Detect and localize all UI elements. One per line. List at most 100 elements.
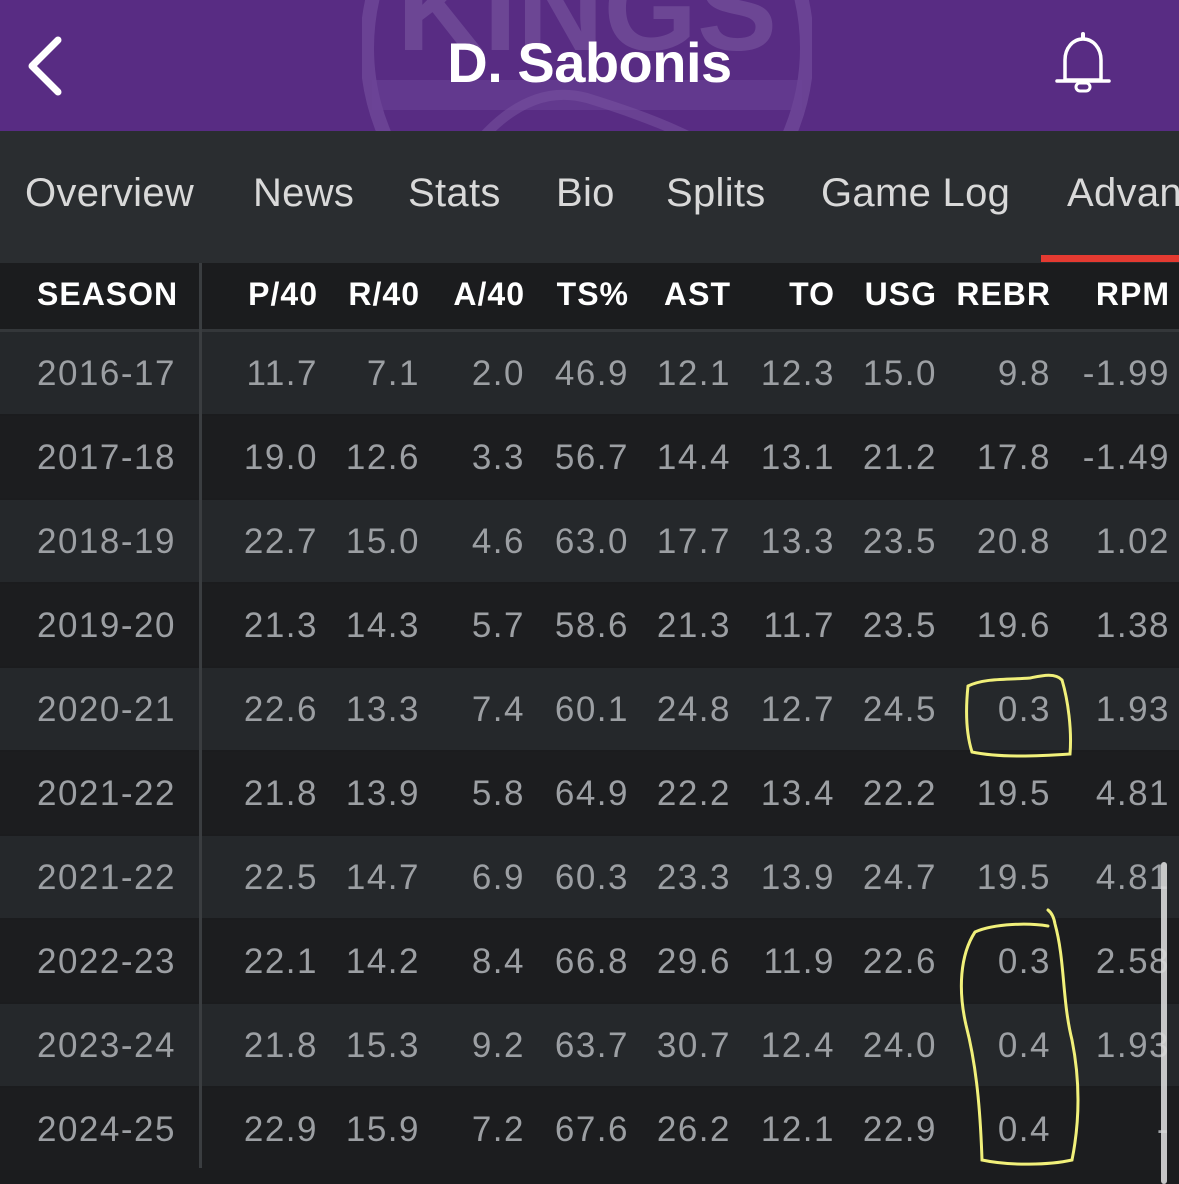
table-row[interactable]: 2016-17 11.7 7.1 2.0 46.9 12.1 12.3 15.0 9.8 -1.9…	[0, 332, 1179, 414]
cell-ts: 60.1	[554, 690, 629, 729]
app-header: KINGS D. Sabonis	[0, 0, 1179, 131]
tab-advanced[interactable]: Advan	[1067, 171, 1179, 216]
cell-rpm: 4.81	[1095, 774, 1170, 813]
cell-ts: 67.6	[554, 1110, 629, 1149]
cell-to: 12.4	[760, 1026, 835, 1065]
vertical-scrollbar[interactable]	[1161, 862, 1167, 1184]
cell-a40: 6.9	[471, 858, 525, 897]
cell-season: 2024-25	[37, 1110, 176, 1149]
table-row[interactable]: 2021-22 22.5 14.7 6.9 60.3 23.3 13.9 24.7 19.5 4.…	[0, 836, 1179, 918]
tab-bio[interactable]: Bio	[556, 171, 615, 216]
tab-game-log[interactable]: Game Log	[821, 171, 1010, 216]
tab-splits[interactable]: Splits	[666, 171, 766, 216]
cell-p40: 22.1	[243, 942, 318, 981]
cell-ast: 22.2	[656, 774, 731, 813]
cell-to: 12.3	[760, 354, 835, 393]
table-row[interactable]: 2023-24 21.8 15.3 9.2 63.7 30.7 12.4 24.0 0.4 1.9…	[0, 1004, 1179, 1086]
header-ts[interactable]: TS%	[525, 263, 629, 329]
header-p40[interactable]: P/40	[200, 263, 318, 329]
table-row[interactable]: 2019-20 21.3 14.3 5.7 58.6 21.3 11.7 23.5 19.6 1.…	[0, 584, 1179, 666]
cell-rebr: 0.4	[997, 1026, 1051, 1065]
cell-usg: 22.6	[862, 942, 937, 981]
table-row[interactable]: 2017-18 19.0 12.6 3.3 56.7 14.4 13.1 21.2 17.8 -1…	[0, 416, 1179, 498]
tab-stats[interactable]: Stats	[408, 171, 501, 216]
cell-rpm: 1.02	[1095, 522, 1170, 561]
header-r40[interactable]: R/40	[318, 263, 420, 329]
cell-ts: 58.6	[554, 606, 629, 645]
cell-usg: 15.0	[862, 354, 937, 393]
cell-ast: 24.8	[656, 690, 731, 729]
cell-rebr: 19.5	[976, 774, 1051, 813]
cell-a40: 9.2	[471, 1026, 525, 1065]
cell-ast: 23.3	[656, 858, 731, 897]
cell-usg: 24.7	[862, 858, 937, 897]
tab-news[interactable]: News	[253, 171, 354, 216]
cell-season: 2019-20	[37, 606, 176, 645]
header-season[interactable]: SEASON	[37, 263, 187, 329]
table-row[interactable]: 2018-19 22.7 15.0 4.6 63.0 17.7 13.3 23.5 20.8 1.…	[0, 500, 1179, 582]
cell-a40: 5.8	[471, 774, 525, 813]
cell-season: 2018-19	[37, 522, 176, 561]
cell-rpm: 1.38	[1095, 606, 1170, 645]
cell-p40: 21.8	[243, 774, 318, 813]
cell-ts: 66.8	[554, 942, 629, 981]
cell-r40: 13.3	[345, 690, 420, 729]
header-a40[interactable]: A/40	[420, 263, 525, 329]
cell-r40: 15.9	[345, 1110, 420, 1149]
header-rpm[interactable]: RPM	[1051, 263, 1170, 329]
cell-usg: 22.9	[862, 1110, 937, 1149]
table-row[interactable]: 2021-22 21.8 13.9 5.8 64.9 22.2 13.4 22.2 19.5 4.…	[0, 752, 1179, 834]
cell-p40: 19.0	[243, 438, 318, 477]
cell-r40: 15.0	[345, 522, 420, 561]
cell-ast: 26.2	[656, 1110, 731, 1149]
cell-usg: 23.5	[862, 606, 937, 645]
cell-to: 13.1	[760, 438, 835, 477]
cell-rpm: 2.58	[1095, 942, 1170, 981]
cell-to: 12.7	[760, 690, 835, 729]
cell-ts: 64.9	[554, 774, 629, 813]
season-column-divider	[199, 263, 202, 1168]
tab-overview[interactable]: Overview	[25, 171, 194, 216]
cell-p40: 22.5	[243, 858, 318, 897]
cell-rpm: -1.99	[1082, 354, 1170, 393]
cell-to: 11.9	[763, 942, 835, 981]
cell-season: 2016-17	[37, 354, 176, 393]
table-row[interactable]: 2020-21 22.6 13.3 7.4 60.1 24.8 12.7 24.5 0.3 1.9…	[0, 668, 1179, 750]
cell-rpm: 1.93	[1095, 690, 1170, 729]
notifications-button[interactable]	[1052, 30, 1114, 96]
cell-ts: 63.0	[554, 522, 629, 561]
cell-p40: 22.6	[243, 690, 318, 729]
header-usg[interactable]: USG	[835, 263, 937, 329]
active-tab-indicator	[1041, 255, 1179, 262]
cell-a40: 5.7	[471, 606, 525, 645]
cell-usg: 22.2	[862, 774, 937, 813]
cell-rpm: -	[1051, 1088, 1170, 1170]
cell-p40: 11.7	[246, 354, 318, 393]
header-rebr[interactable]: REBR	[937, 263, 1051, 329]
cell-ast: 17.7	[656, 522, 731, 561]
table-row[interactable]: 2022-23 22.1 14.2 8.4 66.8 29.6 11.9 22.6 0.3 2.5…	[0, 920, 1179, 1002]
cell-a40: 4.6	[471, 522, 525, 561]
cell-rpm: 4.81	[1095, 858, 1170, 897]
header-to[interactable]: TO	[731, 263, 835, 329]
cell-rebr: 0.3	[997, 942, 1051, 981]
cell-season: 2017-18	[37, 438, 176, 477]
page-title: D. Sabonis	[447, 31, 732, 94]
cell-to: 12.1	[760, 1110, 835, 1149]
cell-rebr: 9.8	[997, 354, 1051, 393]
cell-ts: 46.9	[554, 354, 629, 393]
header-ast[interactable]: AST	[629, 263, 731, 329]
tab-bar: Overview News Stats Bio Splits Game Log …	[0, 131, 1179, 263]
cell-r40: 14.3	[345, 606, 420, 645]
cell-rebr: 20.8	[976, 522, 1051, 561]
cell-a40: 7.4	[471, 690, 525, 729]
cell-to: 11.7	[763, 606, 835, 645]
cell-rebr: 17.8	[976, 438, 1051, 477]
cell-a40: 2.0	[471, 354, 525, 393]
cell-ts: 60.3	[554, 858, 629, 897]
cell-season: 2021-22	[37, 858, 176, 897]
cell-ast: 30.7	[656, 1026, 731, 1065]
table-row[interactable]: 2024-25 22.9 15.9 7.2 67.6 26.2 12.1 22.9 0.4-	[0, 1088, 1179, 1170]
cell-p40: 21.3	[243, 606, 318, 645]
cell-season: 2023-24	[37, 1026, 176, 1065]
